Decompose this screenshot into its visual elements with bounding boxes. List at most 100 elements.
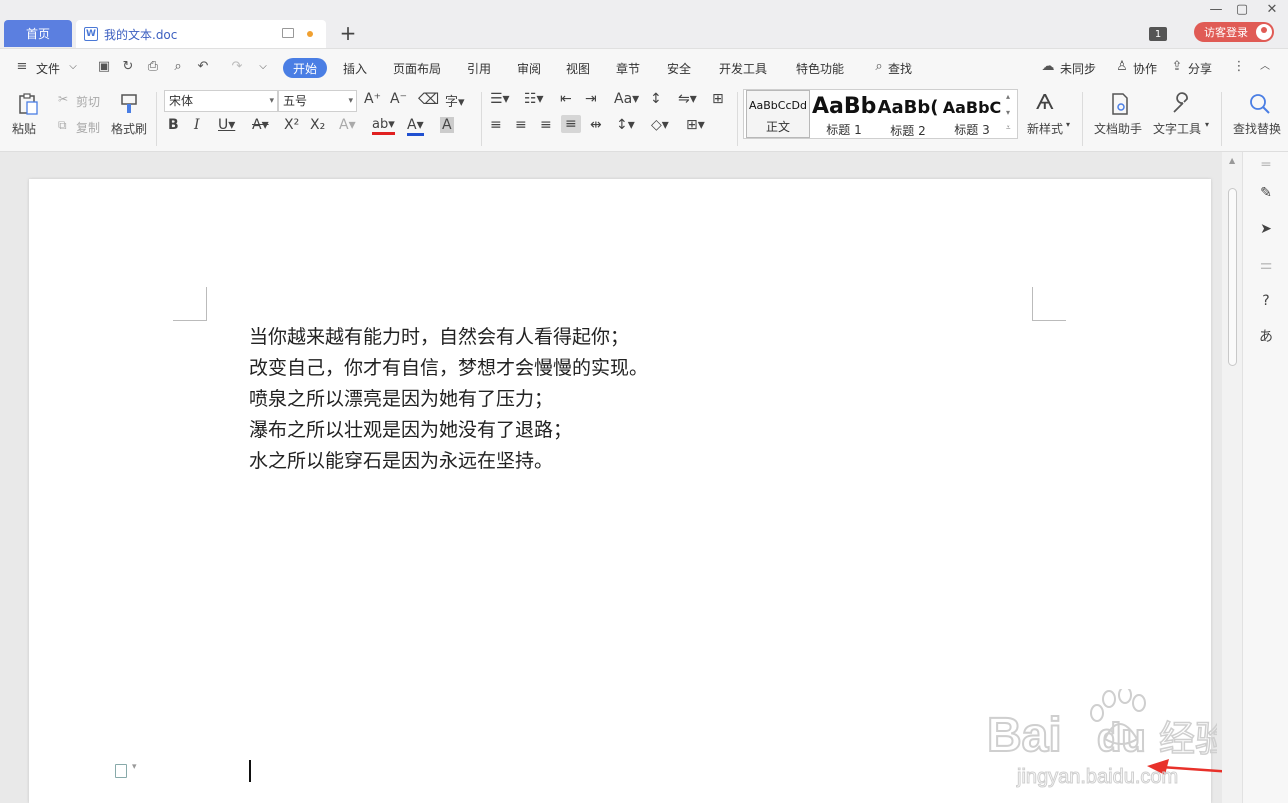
menu-tab-security[interactable]: 安全 — [667, 60, 691, 77]
increase-indent-icon[interactable]: ⇥ — [585, 91, 597, 107]
numbered-list-icon[interactable]: ☷▾ — [524, 91, 544, 107]
menu-tab-home[interactable]: 开始 — [283, 58, 327, 78]
align-right-icon[interactable]: ≡ — [540, 117, 552, 133]
tab-document[interactable]: W 我的文本.doc — [76, 20, 326, 48]
hamburger-menu-icon[interactable]: ≡ — [15, 60, 29, 74]
adjust-icon[interactable]: ⚌ — [1257, 256, 1275, 274]
menu-search[interactable]: 查找 — [888, 60, 912, 77]
wrench-icon[interactable] — [1170, 92, 1194, 116]
cursor-select-icon[interactable]: ➤ — [1257, 220, 1275, 238]
more-options-icon[interactable]: ⋮ — [1232, 60, 1246, 74]
menu-tab-references[interactable]: 引用 — [467, 60, 491, 77]
collaborate-button[interactable]: 协作 — [1133, 60, 1157, 77]
bold-icon[interactable]: B — [168, 117, 179, 133]
style-heading-3[interactable]: AaBbC 标题 3 — [940, 90, 1004, 138]
save-icon[interactable]: ▣ — [97, 60, 111, 74]
italic-icon[interactable]: I — [194, 117, 200, 133]
menu-tab-review[interactable]: 审阅 — [517, 60, 541, 77]
show-marks-icon[interactable]: ⇋▾ — [678, 91, 697, 107]
chevron-down-icon[interactable]: ▾ — [1205, 120, 1209, 129]
menu-tab-page-layout[interactable]: 页面布局 — [393, 60, 441, 77]
print-preview-icon[interactable]: ⌕ — [171, 60, 185, 74]
text-tools-button[interactable]: 文字工具 — [1153, 120, 1201, 137]
new-style-button[interactable]: 新样式 — [1027, 120, 1063, 137]
scrollbar-thumb[interactable] — [1228, 188, 1237, 366]
user-add-icon[interactable]: ♙ — [1115, 60, 1129, 74]
chevron-down-icon[interactable]: ▾ — [1066, 120, 1070, 129]
style-heading-2[interactable]: AaBb( 标题 2 — [876, 90, 940, 138]
font-name-select[interactable]: 宋体 — [164, 90, 278, 112]
underline-icon[interactable]: U▾ — [218, 117, 235, 133]
help-icon[interactable]: ? — [1257, 292, 1275, 310]
redo-icon[interactable]: ↷ — [230, 60, 244, 74]
font-color-icon[interactable]: A▾ — [407, 117, 424, 136]
search-icon[interactable] — [1248, 92, 1272, 116]
decrease-font-icon[interactable]: A⁻ — [390, 91, 407, 107]
shading-icon[interactable]: ◇▾ — [651, 117, 669, 133]
cloud-sync-icon[interactable]: ☁ — [1041, 60, 1055, 74]
find-replace-button[interactable]: 查找替换 — [1233, 120, 1283, 137]
paragraph-layout-icon[interactable] — [115, 764, 127, 778]
export-icon[interactable]: ↻ — [121, 60, 135, 74]
chevron-down-icon[interactable]: ⌵ — [66, 60, 80, 74]
monitor-icon[interactable] — [282, 28, 294, 38]
menu-tab-features[interactable]: 特色功能 — [796, 60, 844, 77]
add-tab-button[interactable]: + — [338, 22, 358, 44]
menu-tab-insert[interactable]: 插入 — [343, 60, 367, 77]
borders-icon[interactable]: ⊞▾ — [686, 117, 705, 133]
document-body[interactable]: 当你越来越有能力时，自然会有人看得起你； 改变自己，你才有自信，梦想才会慢慢的实… — [249, 322, 648, 477]
pen-icon[interactable]: ✎ — [1257, 184, 1275, 202]
distribute-icon[interactable]: ⇹ — [590, 117, 602, 133]
minimize-button[interactable]: — — [1206, 2, 1226, 17]
style-scroll-down-icon[interactable]: ▾ — [1006, 108, 1010, 117]
increase-font-icon[interactable]: A⁺ — [364, 91, 381, 107]
collapse-ribbon-icon[interactable]: ︿ — [1258, 60, 1272, 74]
share-button[interactable]: 分享 — [1188, 60, 1212, 77]
subscript-icon[interactable]: X₂ — [310, 117, 325, 133]
cut-button[interactable]: 剪切 — [76, 93, 100, 110]
table-border-icon[interactable]: ⊞ — [712, 91, 724, 107]
change-case-icon[interactable]: Aa▾ — [614, 91, 639, 107]
chevron-down-icon[interactable]: ▾ — [132, 762, 137, 772]
char-shading-icon[interactable]: A — [440, 117, 454, 133]
superscript-icon[interactable]: X² — [284, 117, 299, 133]
guest-login-button[interactable]: 访客登录 — [1194, 22, 1274, 42]
decrease-indent-icon[interactable]: ⇤ — [560, 91, 572, 107]
format-painter-button[interactable]: 格式刷 — [111, 120, 147, 137]
sync-status[interactable]: 未同步 — [1060, 60, 1096, 77]
translate-icon[interactable]: あ — [1257, 328, 1275, 346]
paste-button[interactable]: 粘贴 — [12, 120, 36, 137]
tab-home[interactable]: 首页 — [4, 20, 72, 47]
style-expand-icon[interactable]: ⩡ — [1006, 123, 1011, 133]
bullet-list-icon[interactable]: ☰▾ — [490, 91, 510, 107]
paste-icon[interactable] — [16, 92, 40, 116]
doc-helper-icon[interactable] — [1108, 92, 1132, 116]
sort-icon[interactable]: ↕ — [650, 91, 662, 107]
menu-tab-view[interactable]: 视图 — [566, 60, 590, 77]
style-heading-1[interactable]: AaBb 标题 1 — [812, 90, 876, 138]
customize-toolbar-icon[interactable]: ⌵ — [256, 60, 270, 74]
align-center-icon[interactable]: ≡ — [515, 117, 527, 133]
clear-format-icon[interactable]: ⌫ — [418, 90, 439, 108]
menu-tab-developer[interactable]: 开发工具 — [719, 60, 767, 77]
font-size-select[interactable]: 五号 — [278, 90, 357, 112]
close-button[interactable]: ✕ — [1262, 2, 1282, 17]
undo-icon[interactable]: ↶ — [196, 60, 210, 74]
scissors-icon[interactable]: ✂ — [58, 92, 68, 106]
justify-icon[interactable]: ≡ — [561, 115, 581, 133]
phonetic-guide-icon[interactable]: 字▾ — [445, 91, 465, 110]
new-style-icon[interactable]: Ѧ — [1036, 90, 1054, 114]
text-effect-icon[interactable]: A▾ — [339, 117, 356, 133]
highlight-icon[interactable]: ab▾ — [372, 117, 395, 135]
share-icon[interactable]: ⇪ — [1170, 60, 1184, 74]
vertical-scrollbar[interactable]: ▲ — [1222, 152, 1242, 803]
copy-button[interactable]: 复制 — [76, 119, 100, 136]
align-left-icon[interactable]: ≡ — [490, 117, 502, 133]
menu-file[interactable]: 文件 — [36, 60, 60, 77]
search-icon[interactable]: ⌕ — [872, 60, 886, 74]
menu-tab-chapter[interactable]: 章节 — [616, 60, 640, 77]
format-painter-icon[interactable] — [117, 92, 141, 116]
doc-helper-button[interactable]: 文档助手 — [1094, 120, 1142, 137]
copy-icon[interactable]: ⧉ — [58, 118, 67, 133]
window-count-badge[interactable]: 1 — [1149, 27, 1167, 41]
